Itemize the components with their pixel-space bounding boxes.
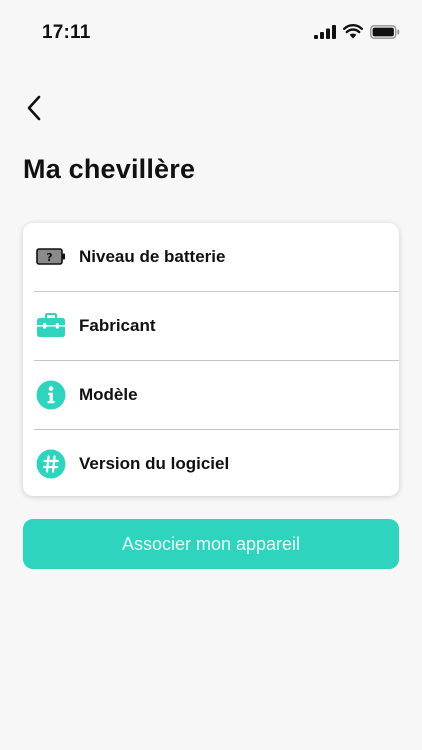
info-row-label: Version du logiciel	[79, 454, 230, 473]
info-icon	[36, 380, 66, 410]
device-info-card: ? Niveau de batterie Fabricant Modèle Ve…	[23, 223, 399, 496]
status-bar: 17:11	[0, 0, 422, 66]
chevron-left-icon	[26, 95, 42, 126]
toolbox-icon	[36, 311, 66, 341]
svg-text:?: ?	[46, 251, 52, 264]
back-button[interactable]	[14, 90, 54, 130]
info-row-model[interactable]: Modèle	[34, 360, 399, 429]
info-row-manufacturer[interactable]: Fabricant	[34, 291, 399, 360]
info-row-label: Modèle	[79, 385, 138, 404]
page-title: Ma chevillère	[23, 154, 196, 184]
info-row-label: Niveau de batterie	[79, 247, 226, 266]
info-row-battery-level[interactable]: ? Niveau de batterie	[23, 223, 399, 291]
hash-icon	[36, 449, 66, 479]
battery-icon	[370, 24, 400, 44]
cellular-signal-icon	[314, 24, 336, 44]
status-icons	[314, 24, 400, 44]
wifi-icon	[343, 24, 363, 44]
info-row-software-version[interactable]: Version du logiciel	[34, 429, 399, 496]
info-row-label: Fabricant	[79, 316, 156, 335]
battery-unknown-icon: ?	[36, 242, 66, 272]
status-time: 17:11	[42, 22, 91, 43]
associate-device-button[interactable]: Associer mon appareil	[23, 519, 399, 569]
